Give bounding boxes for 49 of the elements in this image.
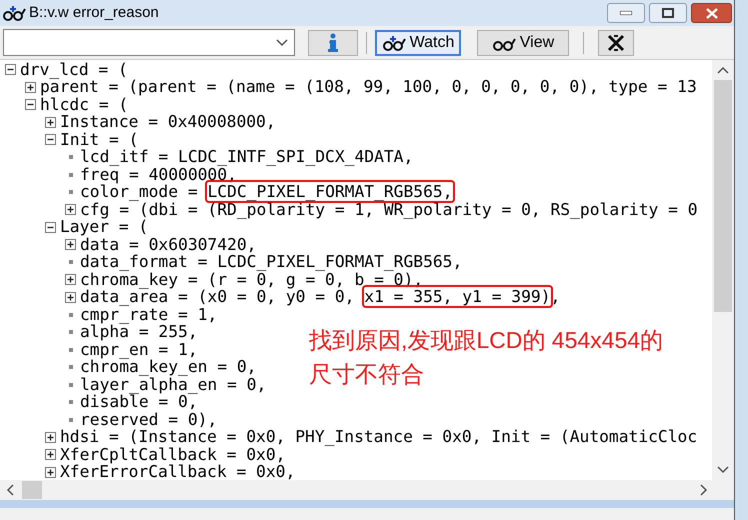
close-icon bbox=[706, 8, 718, 18]
expand-icon[interactable] bbox=[45, 449, 56, 460]
watch-button[interactable]: Watch bbox=[375, 30, 461, 56]
expand-icon[interactable] bbox=[65, 239, 76, 250]
scroll-right-icon bbox=[700, 484, 708, 496]
scroll-down-icon bbox=[717, 466, 729, 474]
expand-icon[interactable] bbox=[45, 432, 56, 443]
expression-combo[interactable] bbox=[3, 29, 295, 56]
bullet-icon bbox=[68, 365, 72, 370]
bullet-icon bbox=[68, 382, 72, 387]
collapse-icon[interactable] bbox=[45, 134, 56, 146]
scroll-thumb[interactable] bbox=[714, 80, 732, 312]
expand-icon[interactable] bbox=[65, 292, 76, 303]
annotation-text: 尺寸不符合 bbox=[309, 360, 424, 389]
tree-item[interactable]: drv_lcd = ( bbox=[20, 60, 128, 82]
info-icon bbox=[326, 32, 340, 52]
expand-icon[interactable] bbox=[45, 116, 56, 128]
app-icon bbox=[2, 5, 26, 21]
bullet-icon bbox=[68, 400, 72, 404]
expand-icon[interactable] bbox=[45, 466, 56, 478]
chevron-down-icon bbox=[276, 38, 288, 46]
bullet-icon bbox=[68, 260, 72, 264]
scroll-up-icon bbox=[717, 66, 729, 74]
maximize-icon bbox=[662, 8, 674, 18]
annotation-text: 找到原因,发现跟LCD的 454x454的 bbox=[309, 326, 664, 355]
minimize-icon bbox=[620, 11, 632, 15]
collapse-icon[interactable] bbox=[5, 64, 16, 76]
maximize-button[interactable] bbox=[649, 3, 687, 23]
bullet-icon bbox=[68, 330, 72, 334]
cross-icon bbox=[606, 34, 626, 52]
info-button[interactable] bbox=[308, 30, 358, 56]
expand-icon[interactable] bbox=[25, 82, 36, 93]
bullet-icon bbox=[68, 172, 72, 177]
scroll-thumb[interactable] bbox=[22, 481, 42, 499]
clear-button[interactable] bbox=[598, 30, 634, 56]
window-title: B::v.w error_reason bbox=[29, 2, 159, 23]
expand-icon[interactable] bbox=[65, 204, 76, 216]
view-button[interactable]: View bbox=[477, 30, 569, 56]
bullet-icon bbox=[68, 312, 72, 317]
bullet-icon bbox=[68, 418, 72, 422]
close-button[interactable] bbox=[691, 3, 732, 23]
bullet-icon bbox=[68, 348, 72, 352]
glasses-icon bbox=[382, 34, 406, 50]
scroll-left-icon bbox=[6, 484, 14, 496]
bullet-icon bbox=[68, 190, 72, 194]
bullet-icon bbox=[68, 155, 72, 160]
expand-icon[interactable] bbox=[65, 274, 76, 286]
collapse-icon[interactable] bbox=[45, 222, 56, 233]
collapse-icon[interactable] bbox=[25, 99, 36, 110]
